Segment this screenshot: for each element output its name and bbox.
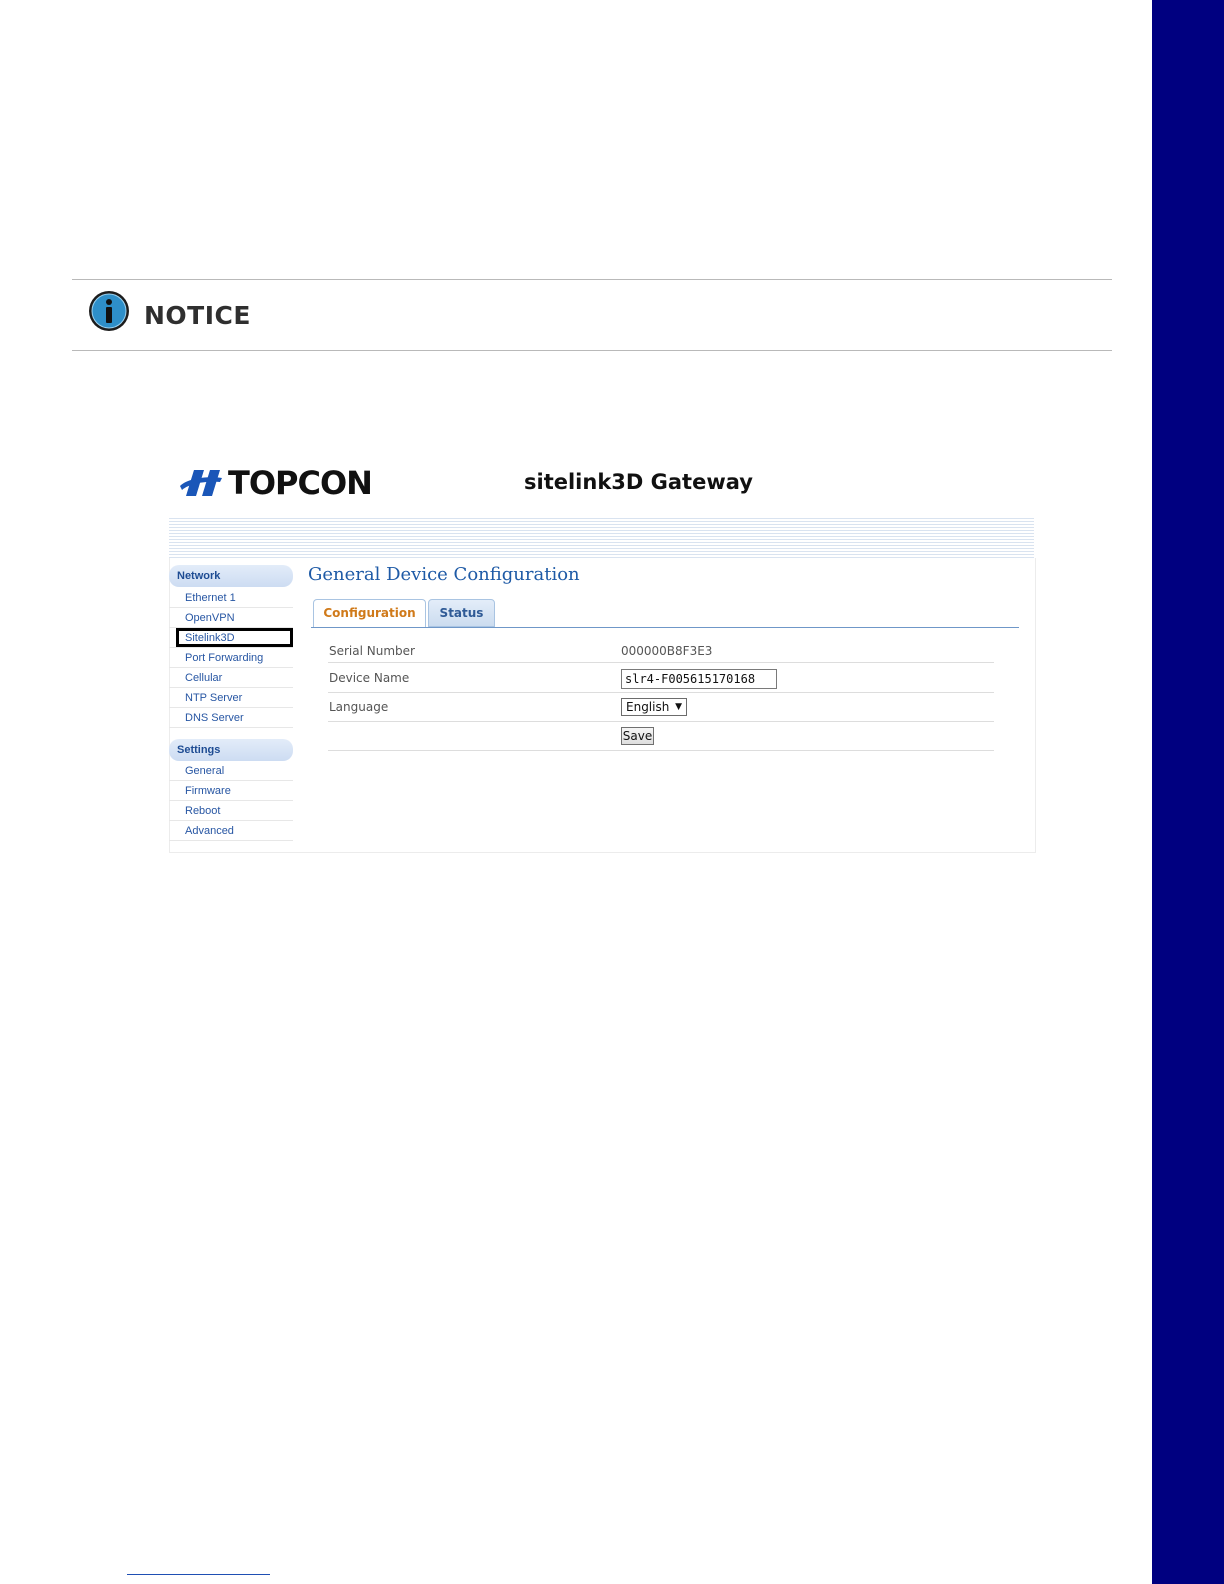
content-frame bbox=[169, 558, 1036, 853]
nav-item-firmware[interactable]: Firmware bbox=[169, 781, 293, 801]
page-side-bar bbox=[1152, 0, 1224, 1584]
device-name-label: Device Name bbox=[329, 671, 410, 685]
nav-item-port-forwarding[interactable]: Port Forwarding bbox=[169, 648, 293, 668]
row-divider bbox=[328, 692, 994, 693]
tab-status[interactable]: Status bbox=[428, 599, 495, 627]
page-title: General Device Configuration bbox=[308, 564, 580, 585]
nav-header-settings[interactable]: Settings bbox=[169, 739, 293, 761]
nav-item-dns-server[interactable]: DNS Server bbox=[169, 708, 293, 728]
row-divider bbox=[328, 662, 994, 663]
nav-item-general[interactable]: General bbox=[169, 761, 293, 781]
nav-item-advanced[interactable]: Advanced bbox=[169, 821, 293, 841]
header-stripe-band bbox=[169, 518, 1034, 558]
sitelink3d-highlight-box bbox=[176, 628, 293, 647]
topcon-logo-mark-icon bbox=[180, 470, 222, 496]
nav-header-network[interactable]: Network bbox=[169, 565, 293, 587]
language-selected-value: English bbox=[626, 700, 670, 714]
serial-number-value: 000000B8F3E3 bbox=[621, 644, 713, 658]
row-divider bbox=[328, 750, 994, 751]
dropdown-caret-icon: ▼ bbox=[675, 702, 682, 712]
device-name-input[interactable] bbox=[621, 669, 777, 689]
notice-heading: NOTICE bbox=[144, 301, 251, 330]
tab-underline bbox=[311, 627, 1019, 628]
nav-item-reboot[interactable]: Reboot bbox=[169, 801, 293, 821]
info-icon bbox=[89, 291, 129, 331]
app-title: sitelink3D Gateway bbox=[524, 470, 753, 494]
nav-item-cellular[interactable]: Cellular bbox=[169, 668, 293, 688]
tab-configuration[interactable]: Configuration bbox=[313, 599, 426, 627]
topcon-logo: TOPCON bbox=[178, 464, 373, 502]
notice-top-rule bbox=[72, 279, 1112, 280]
save-button[interactable]: Save bbox=[621, 727, 654, 745]
row-divider bbox=[328, 721, 994, 722]
language-label: Language bbox=[329, 700, 389, 714]
nav-item-openvpn[interactable]: OpenVPN bbox=[169, 608, 293, 628]
topcon-logo-text: TOPCON bbox=[228, 464, 373, 502]
nav-item-ethernet-1[interactable]: Ethernet 1 bbox=[169, 588, 293, 608]
language-select[interactable]: English ▼ bbox=[621, 698, 687, 716]
nav-item-ntp-server[interactable]: NTP Server bbox=[169, 688, 293, 708]
notice-bottom-rule bbox=[72, 350, 1112, 351]
serial-number-label: Serial Number bbox=[329, 644, 415, 658]
footer-rule bbox=[127, 1574, 270, 1575]
